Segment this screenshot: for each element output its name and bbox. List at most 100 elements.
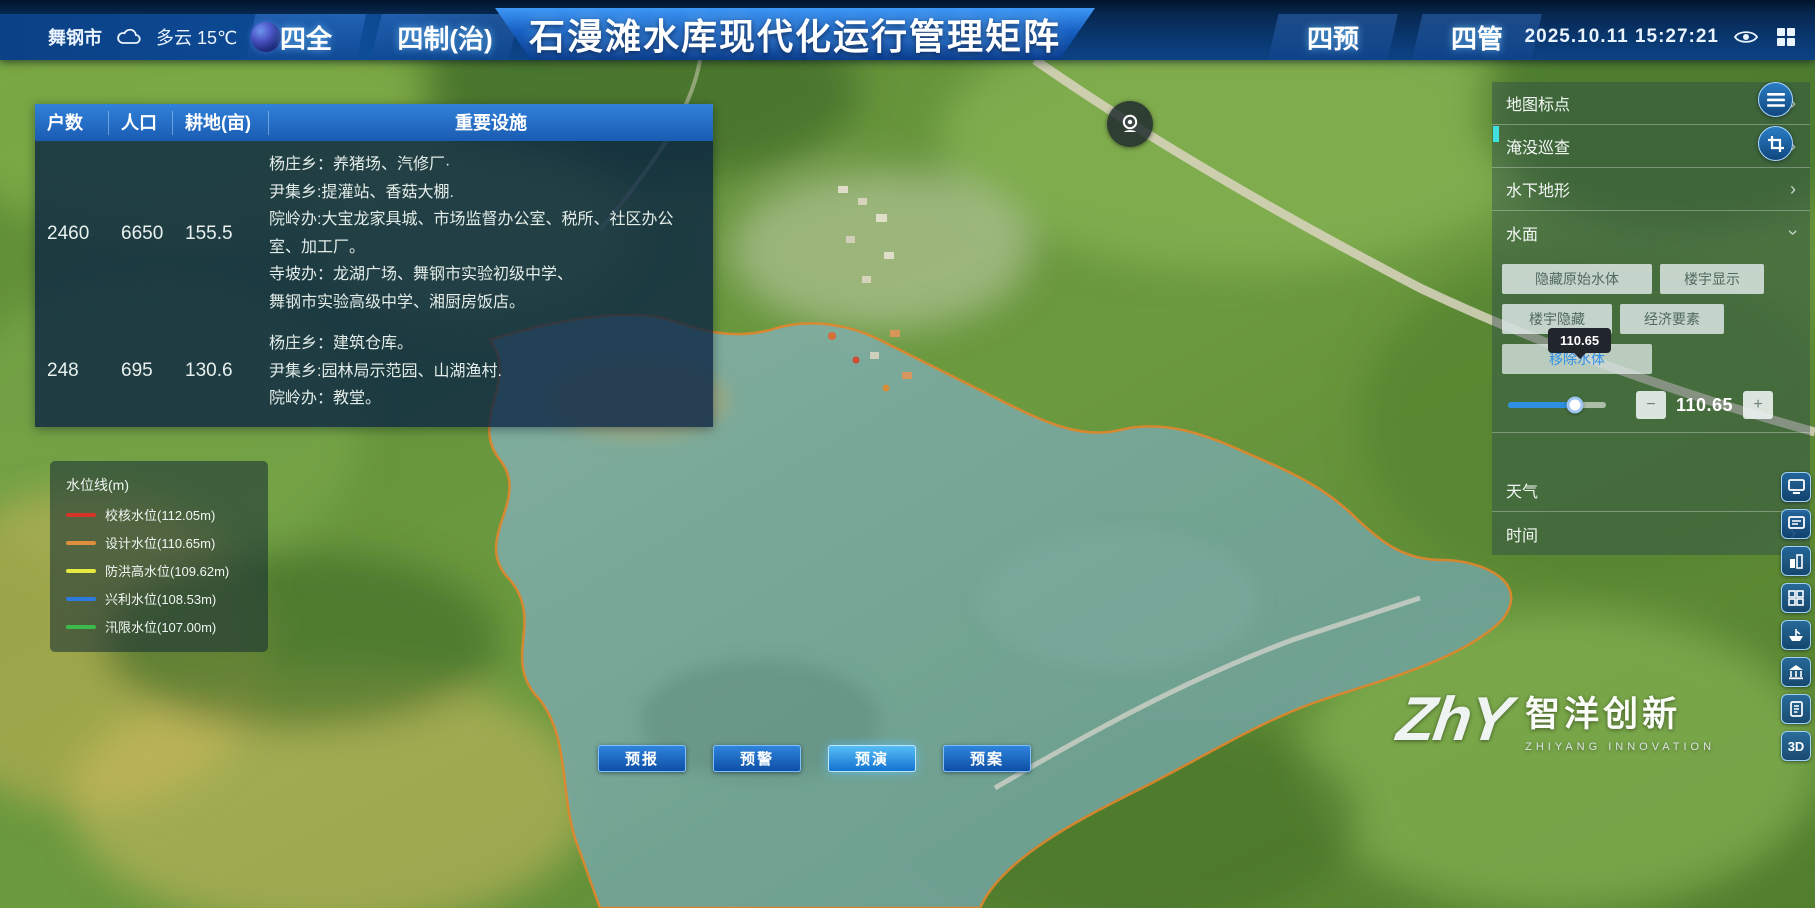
- menu-icon: [1767, 93, 1785, 107]
- crop-icon: [1767, 135, 1785, 153]
- households-value: 2460: [35, 223, 109, 245]
- design-level-line: [66, 541, 96, 545]
- legend-label: 汛限水位(107.00m): [105, 617, 216, 636]
- land-value: 155.5: [173, 223, 269, 245]
- bank-icon: [1788, 664, 1804, 680]
- plan-button[interactable]: 预案: [943, 745, 1031, 772]
- row-label: 水下地形: [1506, 177, 1570, 201]
- logo-text-block: 智洋创新 ZHIYANG INNOVATION: [1525, 686, 1715, 753]
- col-land: 耕地(亩): [173, 111, 269, 135]
- panel-spacer: [1492, 433, 1810, 469]
- table-body: 2460 6650 155.5 杨庄乡：养猪场、汽修厂· 尹集乡:提灌站、香菇大…: [35, 141, 713, 427]
- display-screen-button[interactable]: [1781, 509, 1811, 539]
- legend-item: 防洪高水位(109.62m): [66, 561, 254, 580]
- facilities-text: 杨庄乡：建筑仓库。 尹集乡:园林局示范园、山湖渔村. 院岭办：教堂。: [269, 330, 713, 413]
- table-row: 248 695 130.6 杨庄乡：建筑仓库。 尹集乡:园林局示范园、山湖渔村.…: [35, 330, 713, 413]
- land-value: 130.6: [173, 360, 269, 382]
- check-level-line: [66, 513, 96, 517]
- increase-level-button[interactable]: +: [1743, 391, 1773, 419]
- row-water-surface[interactable]: 水面 ›: [1492, 211, 1810, 254]
- legend-label: 校核水位(112.05m): [105, 505, 215, 524]
- boat-patrol-button[interactable]: [1781, 620, 1811, 650]
- water-level-slider[interactable]: [1508, 402, 1606, 408]
- map-tools-rail: [1758, 82, 1793, 161]
- facility-line: 院岭办:大宝龙家具城、市场监督办公室、税所、社区办公室、加工厂。: [269, 206, 703, 261]
- legend-item: 兴利水位(108.53m): [66, 589, 254, 608]
- legend-title: 水位线(m): [66, 475, 254, 495]
- slider-value-tooltip: 110.65: [1548, 328, 1611, 353]
- building-layer-button[interactable]: [1781, 546, 1811, 576]
- brand-name-cn: 智洋创新: [1525, 686, 1715, 737]
- logo-mark: ZhY: [1393, 684, 1514, 755]
- webcam-icon: [1118, 112, 1142, 136]
- camera-map-button[interactable]: [1107, 101, 1153, 147]
- table-row: 2460 6650 155.5 杨庄乡：养猪场、汽修厂· 尹集乡:提灌站、香菇大…: [35, 151, 713, 316]
- col-facilities: 重要设施: [269, 111, 713, 135]
- households-value: 248: [35, 360, 109, 382]
- boat-icon: [1787, 628, 1805, 643]
- bank-facility-button[interactable]: [1781, 657, 1811, 687]
- row-label: 地图标点: [1506, 91, 1570, 115]
- hide-original-water-button[interactable]: 隐藏原始水体: [1502, 264, 1652, 294]
- eye-icon[interactable]: [1733, 24, 1759, 50]
- flood-high-level-line: [66, 569, 96, 573]
- 3d-label: 3D: [1788, 739, 1805, 754]
- chevron-right-icon: ›: [1790, 179, 1796, 200]
- rehearsal-button[interactable]: 预演: [828, 745, 916, 772]
- warning-button[interactable]: 预警: [713, 745, 801, 772]
- panel-active-tick: [1493, 126, 1499, 142]
- feature-icon-rail: 3D: [1781, 472, 1811, 761]
- facility-line: 院岭办：教堂。: [269, 385, 703, 413]
- row-weather[interactable]: 天气 ›: [1492, 469, 1810, 512]
- forecast-button[interactable]: 预报: [598, 745, 686, 772]
- facilities-text: 杨庄乡：养猪场、汽修厂· 尹集乡:提灌站、香菇大棚. 院岭办:大宝龙家具城、市场…: [269, 151, 713, 316]
- show-buildings-button[interactable]: 楼宇显示: [1660, 264, 1764, 294]
- row-underwater-terrain[interactable]: 水下地形 ›: [1492, 168, 1810, 211]
- document-log-button[interactable]: [1781, 694, 1811, 724]
- header-right: 2025.10.11 15:27:21: [1525, 14, 1799, 60]
- legend-label: 防洪高水位(109.62m): [105, 561, 229, 580]
- row-label: 淹没巡查: [1506, 134, 1570, 158]
- nav-siyu[interactable]: 四预: [1268, 14, 1398, 60]
- population-value: 695: [109, 360, 173, 382]
- layers-menu-button[interactable]: [1758, 82, 1793, 117]
- slider-fill: [1508, 402, 1575, 408]
- nav-siguan[interactable]: 四管: [1412, 14, 1542, 60]
- page-title: 石漫滩水库现代化运行管理矩阵: [495, 8, 1095, 60]
- grid-view-button[interactable]: [1781, 583, 1811, 613]
- decrease-level-button[interactable]: −: [1636, 391, 1666, 419]
- cloud-icon: [116, 27, 142, 47]
- apps-grid-icon[interactable]: [1773, 24, 1799, 50]
- nav-sizhi[interactable]: 四制(治): [370, 14, 520, 60]
- grid-icon: [1788, 590, 1804, 606]
- crop-select-button[interactable]: [1758, 126, 1793, 161]
- legend-label: 设计水位(110.65m): [105, 533, 215, 552]
- top-header: 舞钢市 多云 15℃ 四全 四制(治) 石漫滩水库现代化运行管理矩阵 四预 四管…: [0, 0, 1815, 60]
- 3d-view-button[interactable]: 3D: [1781, 731, 1811, 761]
- chevron-down-icon: ›: [1783, 230, 1804, 236]
- monitor-video-button[interactable]: [1781, 472, 1811, 502]
- legend-item: 设计水位(110.65m): [66, 533, 254, 552]
- brand-name-en: ZHIYANG INNOVATION: [1525, 741, 1715, 753]
- legend-label: 兴利水位(108.53m): [105, 589, 216, 608]
- facility-line: 杨庄乡：养猪场、汽修厂·: [269, 151, 703, 179]
- datetime-label: 2025.10.11 15:27:21: [1525, 26, 1719, 48]
- monitor-icon: [1788, 479, 1805, 495]
- row-label: 时间: [1506, 522, 1538, 546]
- economic-elements-button[interactable]: 经济要素: [1620, 304, 1724, 334]
- normal-level-line: [66, 597, 96, 601]
- facility-line: 尹集乡:提灌站、香菇大棚.: [269, 179, 703, 207]
- water-button-row: 隐藏原始水体 楼宇显示: [1502, 264, 1800, 304]
- nav-siquan[interactable]: 四全: [246, 14, 366, 60]
- water-button-row: 楼宇隐藏 经济要素: [1502, 304, 1800, 344]
- footer-actions: 预报 预警 预演 预案: [598, 745, 1031, 772]
- row-time[interactable]: 时间 ›: [1492, 512, 1810, 555]
- display-icon: [1788, 516, 1805, 532]
- water-surface-controls: 隐藏原始水体 楼宇显示 楼宇隐藏 经济要素 移除水体 110.65 − 110.…: [1492, 254, 1810, 433]
- township-info-table: 户数 人口 耕地(亩) 重要设施 2460 6650 155.5 杨庄乡：养猪场…: [35, 104, 713, 427]
- legend-item: 汛限水位(107.00m): [66, 617, 254, 636]
- col-population: 人口: [109, 111, 173, 135]
- slider-handle[interactable]: [1566, 397, 1583, 414]
- population-value: 6650: [109, 223, 173, 245]
- legend-item: 校核水位(112.05m): [66, 505, 254, 524]
